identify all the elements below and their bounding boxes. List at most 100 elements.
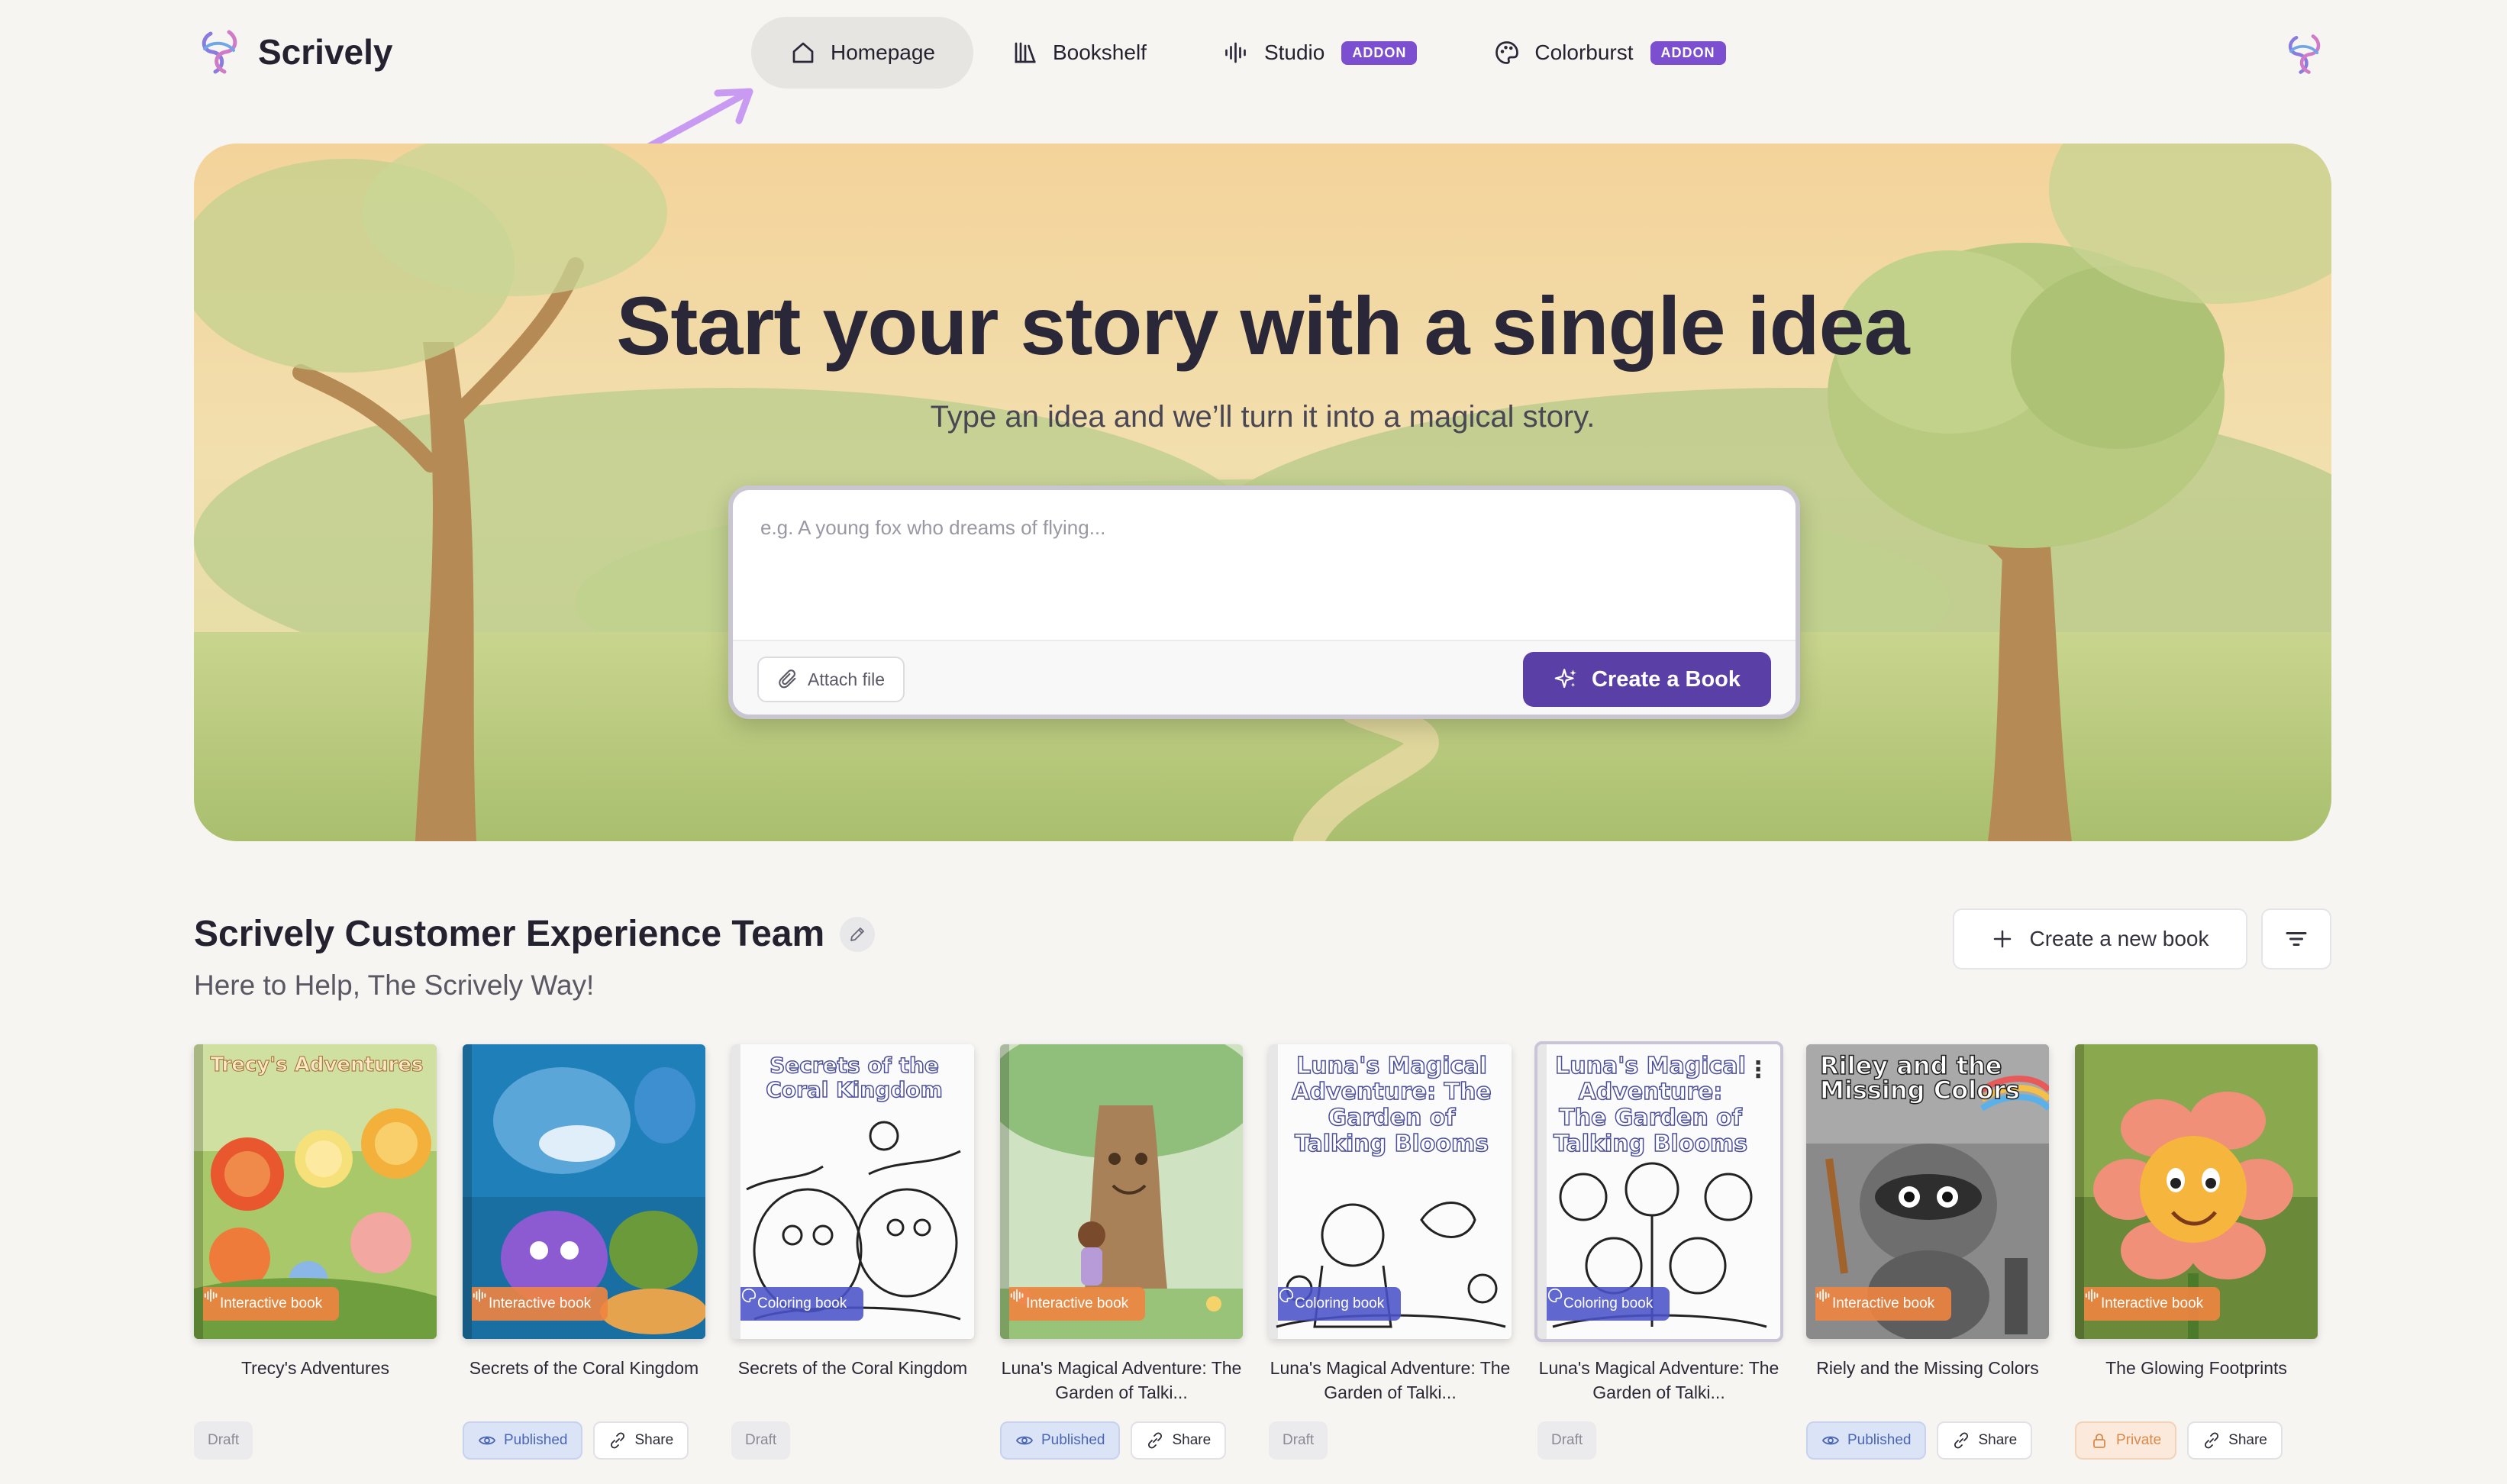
status-label: Published (1041, 1432, 1105, 1448)
book-card[interactable]: Interactive book Secrets of the Coral Ki… (463, 1044, 705, 1460)
status-badge[interactable]: Published (463, 1421, 583, 1460)
palette-icon (1279, 1288, 1294, 1303)
share-button[interactable]: Share (1131, 1421, 1227, 1460)
nav-studio[interactable]: Studio ADDON (1185, 17, 1455, 89)
link-icon (1954, 1432, 1969, 1449)
status-badge: Draft (731, 1421, 791, 1460)
team-name: Scrively Customer Experience Team (194, 914, 825, 954)
home-icon (792, 42, 814, 63)
book-cover[interactable]: Interactive book (2075, 1044, 2318, 1339)
status-badge[interactable]: Private (2075, 1421, 2177, 1460)
eye-icon (1015, 1436, 1034, 1445)
book-title: Riely and the Missing Colors (1816, 1358, 2039, 1378)
scrively-logo[interactable]: Scrively (195, 27, 392, 76)
book-card[interactable]: Interactive book The Glowing Footprints … (2075, 1044, 2318, 1460)
book-type-label: Coloring book (1563, 1295, 1654, 1311)
status-badge[interactable]: Published (1000, 1421, 1121, 1460)
team-tagline: Here to Help, The Scrively Way! (194, 969, 595, 1001)
app-name: Scrively (258, 32, 393, 72)
share-button[interactable]: Share (2187, 1421, 2283, 1460)
book-title: Secrets of the Coral Kingdom (737, 1358, 968, 1378)
book-grid: Trecy's Adventures Interactive book Trec… (194, 1041, 2331, 1484)
plus-icon (1994, 930, 2012, 948)
eye-icon (478, 1436, 496, 1445)
nav-bookshelf[interactable]: Bookshelf (973, 17, 1185, 89)
book-type-label: Interactive book (220, 1295, 323, 1311)
create-new-book-label: Create a new book (2029, 927, 2209, 950)
share-button[interactable]: Share (593, 1421, 689, 1460)
book-type-tag: Interactive book (1815, 1287, 1952, 1321)
book-title: Trecy's Adventures (240, 1358, 389, 1378)
link-icon (611, 1432, 625, 1449)
book-card[interactable]: Secrets of the Coral Kingdom Coloring bo… (731, 1044, 974, 1460)
nav-bookshelf-label: Bookshelf (1052, 40, 1147, 64)
book-type-label: Interactive book (1026, 1295, 1129, 1311)
idea-prompt-box: Attach file Create a Book (728, 486, 1800, 719)
sparkles-icon (1554, 669, 1576, 689)
share-label: Share (634, 1432, 674, 1448)
audio-wave-icon (1010, 1289, 1024, 1302)
nav-studio-label: Studio (1263, 40, 1325, 64)
status-label: Published (1847, 1432, 1912, 1448)
create-new-book-button[interactable]: Create a new book (1953, 908, 2247, 969)
cover-title: Riley and the Missing Colors (1819, 1051, 2020, 1105)
audio-wave-icon (204, 1289, 218, 1302)
cover-title: Luna's Magical Adventure: The Garden of … (1292, 1053, 1492, 1158)
create-book-button[interactable]: Create a Book (1522, 652, 1771, 707)
palette-icon (1547, 1288, 1563, 1303)
book-card[interactable]: Interactive book Luna's Magical Adventur… (1000, 1044, 1243, 1460)
book-cover[interactable]: Secrets of the Coral Kingdom Coloring bo… (731, 1044, 974, 1339)
bookshelf-icon (1015, 42, 1036, 63)
book-title: Luna's Magical Adventure: The Garden of … (1270, 1358, 1511, 1402)
nav-colorburst[interactable]: Colorburst ADDON (1455, 17, 1763, 89)
share-label: Share (1172, 1432, 1212, 1448)
nav-homepage-label: Homepage (831, 40, 935, 64)
more-options-button[interactable]: ⋮ (1747, 1057, 1770, 1083)
attach-file-button[interactable]: Attach file (757, 657, 905, 702)
hero-banner: Start your story with a single idea Type… (194, 144, 2331, 841)
scrively-mark-icon[interactable] (2283, 32, 2327, 76)
cover-title: Trecy's Adventures (210, 1053, 424, 1077)
book-cover[interactable]: Trecy's Adventures Interactive book (194, 1044, 437, 1339)
edit-team-button[interactable] (840, 916, 876, 952)
book-cover[interactable]: Luna's Magical Adventure: The Garden of … (1269, 1044, 1512, 1339)
link-icon (2205, 1432, 2219, 1449)
book-type-tag: Coloring book (1278, 1287, 1402, 1321)
pencil-icon (850, 927, 865, 941)
top-nav: Homepage Bookshelf Studio ADDON Colorbur… (751, 17, 1764, 89)
book-card[interactable]: Trecy's Adventures Interactive book Trec… (194, 1044, 437, 1460)
book-card[interactable]: Luna's Magical Adventure: The Garden of … (1269, 1044, 1512, 1460)
book-cover[interactable]: Luna's Magical Adventure: The Garden of … (1534, 1041, 1783, 1342)
status-badge[interactable]: Published (1806, 1421, 1927, 1460)
book-card[interactable]: Luna's Magical Adventure: The Garden of … (1534, 1041, 1783, 1460)
cover-title: Secrets of the Coral Kingdom (765, 1053, 943, 1103)
book-type-tag: Coloring book (740, 1287, 864, 1321)
audio-wave-icon (473, 1289, 486, 1302)
hero-title: Start your story with a single idea (616, 279, 1909, 372)
book-title: Secrets of the Coral Kingdom (469, 1358, 699, 1378)
status-badge: Draft (1537, 1421, 1597, 1460)
lock-icon (2093, 1434, 2105, 1448)
book-type-tag: Interactive book (1009, 1287, 1146, 1321)
status-badge: Draft (1269, 1421, 1328, 1460)
filter-button[interactable] (2261, 908, 2331, 969)
book-card[interactable]: Riley and the Missing Colors Interactive… (1806, 1044, 2049, 1460)
book-cover[interactable]: Riley and the Missing Colors Interactive… (1806, 1044, 2049, 1339)
book-cover[interactable]: Interactive book (463, 1044, 705, 1339)
palette-icon (741, 1288, 757, 1303)
book-cover[interactable]: Interactive book (1000, 1044, 1243, 1339)
filter-icon (2286, 932, 2307, 946)
share-label: Share (2228, 1432, 2267, 1448)
share-label: Share (1978, 1432, 2018, 1448)
book-type-label: Interactive book (489, 1295, 592, 1311)
cover-title: Luna's Magical Adventure: The Garden of … (1553, 1053, 1748, 1158)
idea-input[interactable] (733, 490, 1796, 640)
eye-icon (1821, 1436, 1840, 1445)
book-type-label: Coloring book (1295, 1295, 1385, 1311)
nav-homepage[interactable]: Homepage (751, 17, 973, 89)
share-button[interactable]: Share (1937, 1421, 2033, 1460)
status-badge: Draft (194, 1421, 253, 1460)
addon-badge: ADDON (1341, 40, 1418, 65)
book-type-tag: Interactive book (203, 1287, 340, 1321)
paperclip-icon (779, 669, 796, 689)
